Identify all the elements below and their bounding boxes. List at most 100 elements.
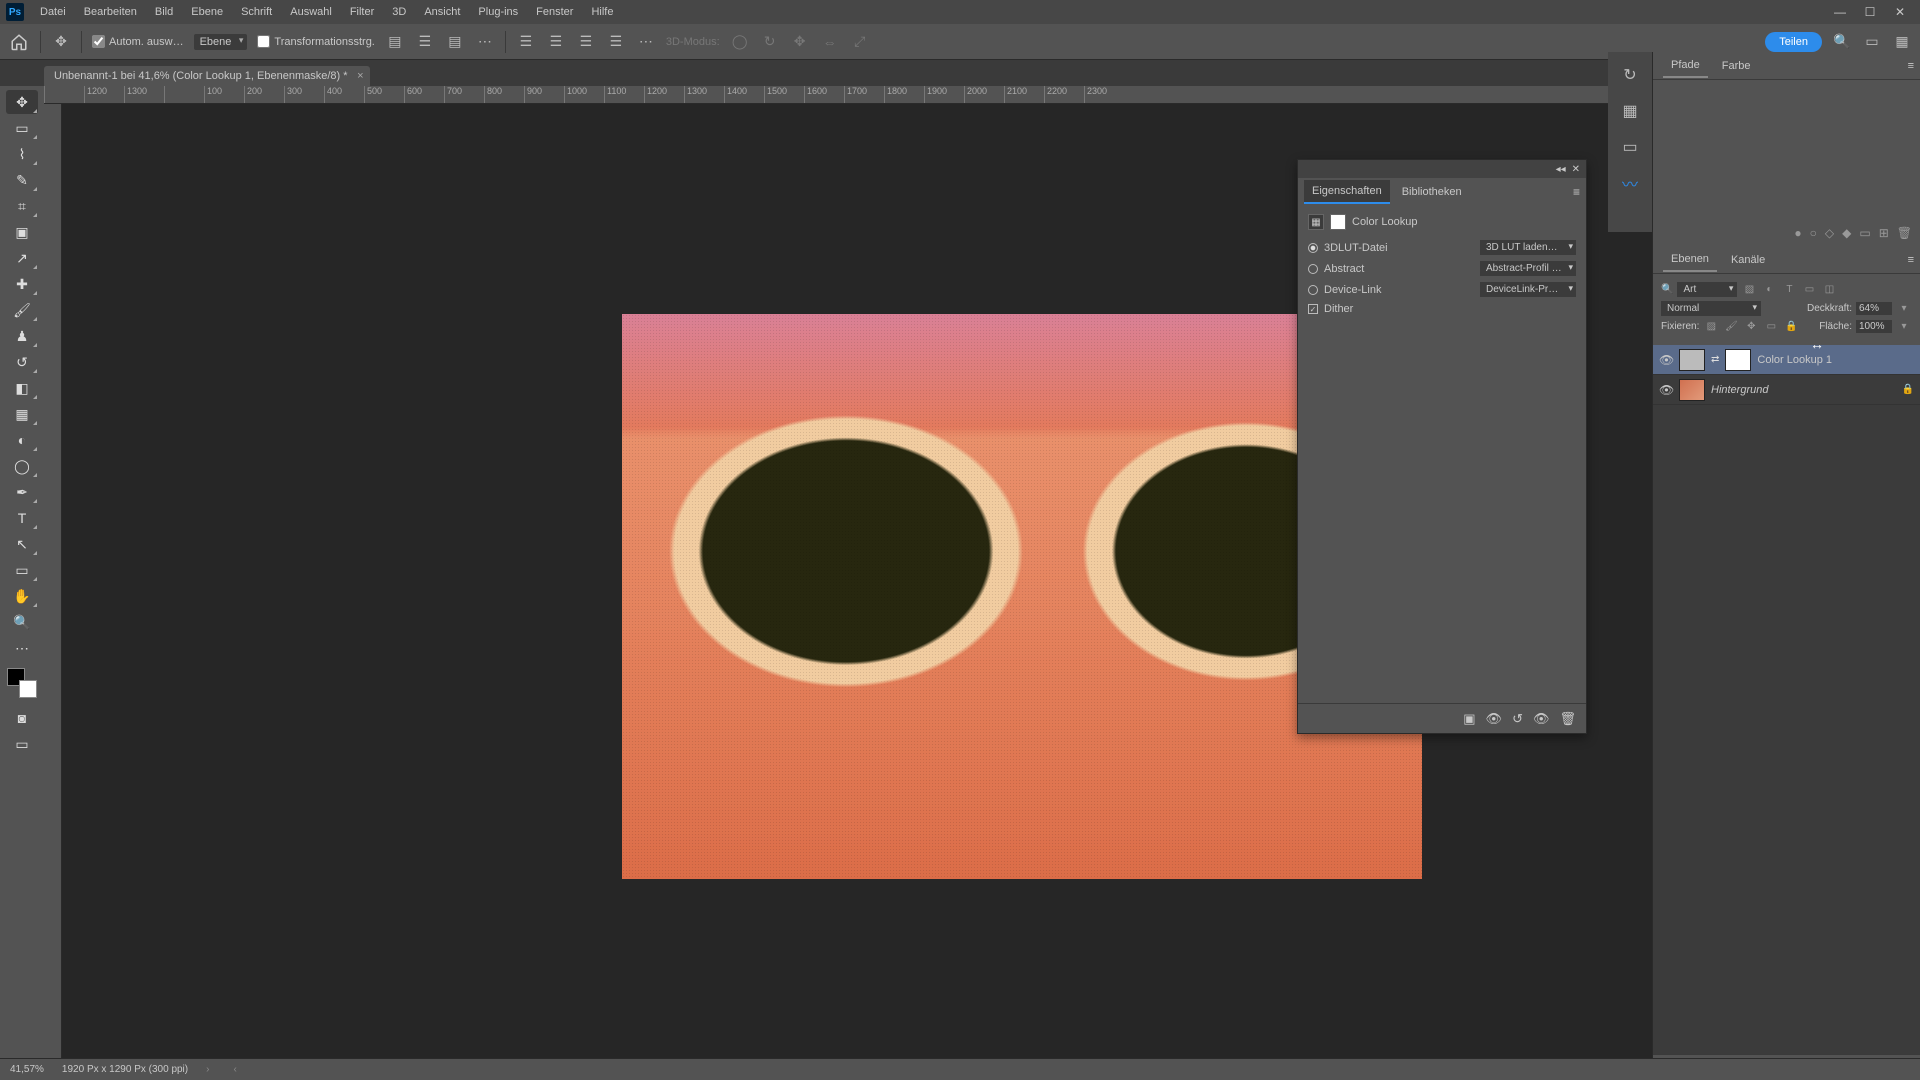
dodge-tool[interactable]: ◯ [6, 454, 38, 478]
pen-tool[interactable]: ✒ [6, 480, 38, 504]
search-icon[interactable]: 🔍 [1832, 32, 1852, 52]
chevron-down-icon[interactable]: ▾ [1896, 303, 1912, 314]
dropdown-abstract[interactable]: Abstract-Profil la… [1480, 261, 1576, 276]
tab-libraries[interactable]: Bibliotheken [1394, 181, 1470, 203]
opacity-input[interactable] [1856, 302, 1892, 315]
menu-3d[interactable]: 3D [384, 3, 414, 21]
zoom-level[interactable]: 41,57% [10, 1064, 44, 1075]
filter-adjust-icon[interactable]: ◐ [1761, 284, 1777, 295]
layer-row[interactable]: 👁 Hintergrund 🔒 [1653, 375, 1920, 405]
menu-select[interactable]: Auswahl [282, 3, 340, 21]
lock-transparency-icon[interactable]: ▨ [1703, 321, 1719, 332]
marquee-tool[interactable]: ▭ [6, 116, 38, 140]
chevron-left-icon[interactable]: ‹ [233, 1064, 236, 1075]
window-maximize[interactable]: ☐ [1856, 3, 1884, 21]
hand-tool[interactable]: ✋ [6, 584, 38, 608]
filter-type-icon[interactable]: T [1781, 284, 1797, 295]
menu-layer[interactable]: Ebene [183, 3, 231, 21]
align-left-icon[interactable]: ▤ [385, 32, 405, 52]
radio-3dlut[interactable] [1308, 243, 1318, 253]
visibility-toggle-icon[interactable]: 👁 [1659, 353, 1673, 367]
transform-controls-checkbox[interactable]: Transformationsstrg. [257, 35, 374, 48]
tab-paths[interactable]: Pfade [1663, 54, 1708, 78]
window-close[interactable]: ✕ [1886, 3, 1914, 21]
fg-bg-color[interactable] [7, 668, 37, 698]
character-panel-icon[interactable]: ▭ [1617, 134, 1643, 160]
menu-edit[interactable]: Bearbeiten [76, 3, 145, 21]
properties-panel[interactable]: ◂◂ ✕ Eigenschaften Bibliotheken ≡ ▦ Colo… [1297, 159, 1587, 734]
distribute-vcenter-icon[interactable]: ☰ [546, 32, 566, 52]
history-panel-icon[interactable]: ↻ [1617, 62, 1643, 88]
path-fill-icon[interactable]: ● [1794, 226, 1801, 240]
filter-smart-icon[interactable]: ◫ [1821, 284, 1837, 295]
eraser-tool[interactable]: ◧ [6, 376, 38, 400]
dropdown-devicelink[interactable]: DeviceLink-Profil… [1480, 282, 1576, 297]
swatches-panel-icon[interactable]: ▦ [1617, 98, 1643, 124]
lock-paint-icon[interactable]: 🖌 [1723, 321, 1739, 332]
workspace-icon[interactable]: ▭ [1862, 32, 1882, 52]
blend-mode-dropdown[interactable]: Normal [1661, 301, 1761, 316]
path-selection-icon[interactable]: ◇ [1825, 226, 1834, 240]
path-stroke-icon[interactable]: ○ [1810, 226, 1817, 240]
history-brush-tool[interactable]: ↺ [6, 350, 38, 374]
dropdown-3dlut[interactable]: 3D LUT laden… [1480, 240, 1576, 255]
layer-row[interactable]: 👁 ⇄ Color Lookup 1 [1653, 345, 1920, 375]
visibility-toggle-icon[interactable]: 👁 [1659, 383, 1673, 397]
lock-artboard-icon[interactable]: ▭ [1763, 321, 1779, 332]
menu-window[interactable]: Fenster [528, 3, 581, 21]
home-icon[interactable] [8, 31, 30, 53]
share-button[interactable]: Teilen [1765, 32, 1822, 52]
distribute-bottom-icon[interactable]: ☰ [576, 32, 596, 52]
lock-position-icon[interactable]: ✥ [1743, 321, 1759, 332]
view-previous-icon[interactable]: 👁 [1486, 711, 1503, 727]
gradient-tool[interactable]: ▦ [6, 402, 38, 426]
screenmode-toggle[interactable]: ▭ [6, 732, 38, 756]
clone-tool[interactable]: ♟ [6, 324, 38, 348]
filter-shape-icon[interactable]: ▭ [1801, 284, 1817, 295]
tab-color[interactable]: Farbe [1714, 55, 1759, 77]
menu-image[interactable]: Bild [147, 3, 181, 21]
more-align-icon[interactable]: ⋯ [475, 32, 495, 52]
align-center-h-icon[interactable]: ☰ [415, 32, 435, 52]
new-path-icon[interactable]: ⊞ [1879, 226, 1889, 240]
healing-tool[interactable]: ✚ [6, 272, 38, 296]
layer-name[interactable]: Hintergrund [1711, 384, 1768, 396]
menu-help[interactable]: Hilfe [583, 3, 621, 21]
frame-tool[interactable]: ▣ [6, 220, 38, 244]
panel-menu-icon[interactable]: ≡ [1573, 185, 1580, 199]
auto-select-target-dropdown[interactable]: Ebene [194, 34, 248, 50]
shape-tool[interactable]: ▭ [6, 558, 38, 582]
menu-view[interactable]: Ansicht [416, 3, 468, 21]
checkbox-dither[interactable]: ✓ [1308, 304, 1318, 314]
lock-icon[interactable]: 🔒 [1902, 384, 1914, 395]
chevron-right-icon[interactable]: › [206, 1064, 209, 1075]
tab-channels[interactable]: Kanäle [1723, 249, 1773, 271]
chevron-down-icon[interactable]: ▾ [1896, 321, 1912, 332]
type-tool[interactable]: T [6, 506, 38, 530]
clip-to-layer-icon[interactable]: ▣ [1463, 711, 1475, 727]
panel-menu-icon[interactable]: ≡ [1908, 254, 1914, 266]
move-tool-indicator-icon[interactable]: ✥ [51, 32, 71, 52]
path-select-tool[interactable]: ↖ [6, 532, 38, 556]
menu-type[interactable]: Schrift [233, 3, 280, 21]
panel-close-icon[interactable]: ✕ [1572, 164, 1580, 175]
overflow-icon[interactable]: ⋯ [636, 32, 656, 52]
toggle-visibility-icon[interactable]: 👁 [1533, 711, 1550, 727]
brush-tool[interactable]: 🖌 [6, 298, 38, 322]
layer-thumb[interactable] [1679, 379, 1705, 401]
layer-name[interactable]: Color Lookup 1 [1757, 354, 1832, 366]
menu-file[interactable]: Datei [32, 3, 74, 21]
document-tab[interactable]: Unbenannt-1 bei 41,6% (Color Lookup 1, E… [44, 66, 370, 86]
panel-menu-icon[interactable]: ≡ [1908, 60, 1914, 72]
auto-select-checkbox[interactable]: Autom. ausw… [92, 35, 184, 48]
crop-tool[interactable]: ⌗ [6, 194, 38, 218]
fill-input[interactable] [1856, 320, 1892, 333]
close-icon[interactable]: × [357, 70, 363, 82]
reset-icon[interactable]: ↺ [1512, 711, 1523, 727]
lock-all-icon[interactable]: 🔒 [1783, 321, 1799, 332]
arrange-icon[interactable]: ▦ [1892, 32, 1912, 52]
menu-plugins[interactable]: Plug-ins [470, 3, 526, 21]
distribute-top-icon[interactable]: ☰ [516, 32, 536, 52]
toolbar-more[interactable]: ⋯ [6, 636, 38, 660]
path-make-icon[interactable]: ◆ [1842, 226, 1851, 240]
